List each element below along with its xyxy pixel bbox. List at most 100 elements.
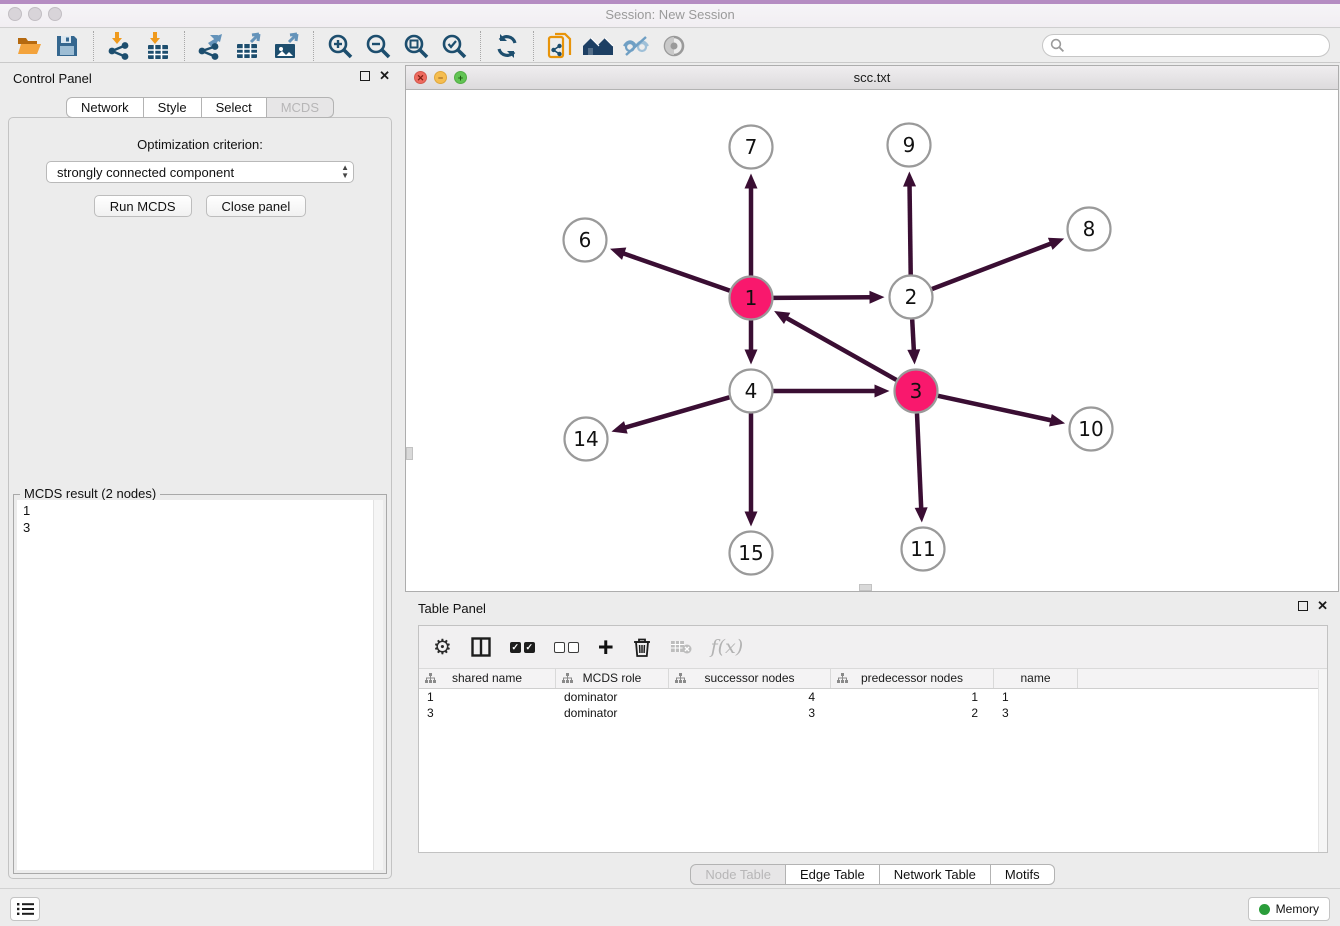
tab-network[interactable]: Network [66, 97, 144, 118]
column-mcds-role[interactable]: MCDS role [556, 669, 669, 688]
cell-mcds-role[interactable]: dominator [556, 705, 669, 721]
function-builder-icon: f(x) [711, 636, 744, 658]
cell-shared-name[interactable]: 1 [419, 689, 556, 705]
graph-edge-2-9[interactable] [910, 184, 911, 274]
graph-node-label-9: 9 [903, 133, 916, 157]
mcds-result-title: MCDS result (2 nodes) [20, 486, 160, 501]
list-icon [17, 902, 34, 916]
graph-edge-3-11[interactable] [917, 413, 921, 509]
result-scrollbar[interactable] [373, 500, 383, 870]
open-file-icon[interactable] [12, 31, 46, 61]
graph-edge-1-2[interactable] [773, 297, 871, 298]
close-table-panel-icon[interactable]: ✕ [1317, 601, 1328, 611]
table-row[interactable]: 3 dominator 3 2 3 [419, 705, 1327, 721]
graph-arrowhead-4-14 [611, 421, 627, 433]
zoom-out-icon[interactable] [361, 31, 395, 61]
graph-arrowhead-3-10 [1049, 414, 1065, 427]
cell-successor-nodes[interactable]: 3 [669, 705, 831, 721]
tab-style[interactable]: Style [144, 97, 202, 118]
cell-name[interactable]: 1 [994, 689, 1078, 705]
graph-edge-3-1[interactable] [785, 317, 896, 380]
control-panel-header: Control Panel ✕ [0, 65, 400, 95]
unselect-all-icon[interactable] [554, 642, 579, 653]
column-successor-nodes[interactable]: successor nodes [669, 669, 831, 688]
close-panel-button[interactable]: Close panel [206, 195, 307, 217]
network-window-titlebar[interactable]: ✕ − + scc.txt [406, 66, 1338, 90]
float-panel-icon[interactable] [360, 71, 370, 81]
split-grip-horizontal[interactable] [859, 584, 872, 591]
cell-mcds-role[interactable]: dominator [556, 689, 669, 705]
cell-successor-nodes[interactable]: 4 [669, 689, 831, 705]
graph-edge-3-10[interactable] [938, 396, 1052, 421]
memory-button[interactable]: Memory [1248, 897, 1330, 921]
graph-arrowhead-1-6 [610, 248, 626, 260]
tab-network-table[interactable]: Network Table [880, 864, 991, 885]
cell-predecessor-nodes[interactable]: 2 [831, 705, 994, 721]
table-toolbar: ⚙ ✓✓ + f(x) [419, 626, 1327, 669]
tab-edge-table[interactable]: Edge Table [786, 864, 880, 885]
cell-predecessor-nodes[interactable]: 1 [831, 689, 994, 705]
graph-node-label-15: 15 [738, 541, 763, 565]
table-panel-title: Table Panel [418, 601, 486, 616]
refresh-layout-icon[interactable] [490, 31, 524, 61]
export-network-icon[interactable] [194, 31, 228, 61]
eye-icon[interactable] [657, 31, 691, 61]
tab-select[interactable]: Select [202, 97, 267, 118]
column-predecessor-nodes[interactable]: predecessor nodes [831, 669, 994, 688]
close-panel-icon[interactable]: ✕ [379, 71, 390, 81]
graph-edge-2-3[interactable] [912, 319, 914, 351]
tab-motifs[interactable]: Motifs [991, 864, 1055, 885]
select-stepper-icon: ▲▼ [341, 164, 349, 180]
mcds-panel: Optimization criterion: strongly connect… [8, 117, 392, 879]
node-table: ⚙ ✓✓ + f(x) shared name MCDS role suc [418, 625, 1328, 853]
memory-status-icon [1259, 904, 1270, 915]
graph-node-label-10: 10 [1078, 417, 1103, 441]
float-table-panel-icon[interactable] [1298, 601, 1308, 611]
import-table-icon[interactable] [141, 31, 175, 61]
table-scrollbar[interactable] [1318, 670, 1327, 852]
settings-gear-icon[interactable]: ⚙ [433, 637, 452, 657]
table-row[interactable]: 1 dominator 4 1 1 [419, 689, 1327, 705]
close-network-icon[interactable]: ✕ [414, 71, 427, 84]
minimize-network-icon[interactable]: − [434, 71, 447, 84]
graph-edge-2-8[interactable] [932, 243, 1052, 289]
network-canvas[interactable]: 7968124314101511 [406, 90, 1338, 591]
select-all-icon[interactable]: ✓✓ [510, 642, 535, 653]
column-shared-name[interactable]: shared name [419, 669, 556, 688]
graph-arrowhead-4-15 [745, 512, 758, 527]
run-mcds-button[interactable]: Run MCDS [94, 195, 192, 217]
save-session-icon[interactable] [50, 31, 84, 61]
clone-network-icon[interactable] [543, 31, 577, 61]
tab-node-table[interactable]: Node Table [690, 864, 786, 885]
graph-edge-4-14[interactable] [624, 397, 729, 428]
export-table-icon[interactable] [232, 31, 266, 61]
show-column-icon[interactable] [471, 637, 491, 657]
home-pages-icon[interactable] [581, 31, 615, 61]
toolbar-separator [184, 31, 185, 61]
graph-node-label-14: 14 [573, 427, 598, 451]
delete-table-icon [670, 639, 692, 655]
criterion-select[interactable]: strongly connected component ▲▼ [46, 161, 354, 183]
tab-mcds[interactable]: MCDS [267, 97, 334, 118]
zoom-fit-icon[interactable] [399, 31, 433, 61]
network-graph[interactable]: 7968124314101511 [406, 90, 1338, 591]
add-row-icon[interactable]: + [598, 637, 614, 657]
toolbar-separator [93, 31, 94, 61]
hide-glasses-icon[interactable] [619, 31, 653, 61]
export-image-icon[interactable] [270, 31, 304, 61]
zoom-selected-icon[interactable] [437, 31, 471, 61]
maximize-network-icon[interactable]: + [454, 71, 467, 84]
graph-arrowhead-1-2 [869, 291, 884, 304]
column-name[interactable]: name [994, 669, 1078, 688]
graph-edge-1-6[interactable] [622, 253, 729, 291]
cell-name[interactable]: 3 [994, 705, 1078, 721]
zoom-in-icon[interactable] [323, 31, 357, 61]
delete-row-icon[interactable] [633, 637, 651, 658]
task-history-button[interactable] [10, 897, 40, 921]
graph-node-label-7: 7 [745, 135, 758, 159]
cell-shared-name[interactable]: 3 [419, 705, 556, 721]
import-network-icon[interactable] [103, 31, 137, 61]
search-input[interactable] [1042, 34, 1330, 57]
split-grip-vertical[interactable] [406, 447, 413, 460]
mcds-result-text[interactable]: 1 3 [17, 500, 383, 870]
